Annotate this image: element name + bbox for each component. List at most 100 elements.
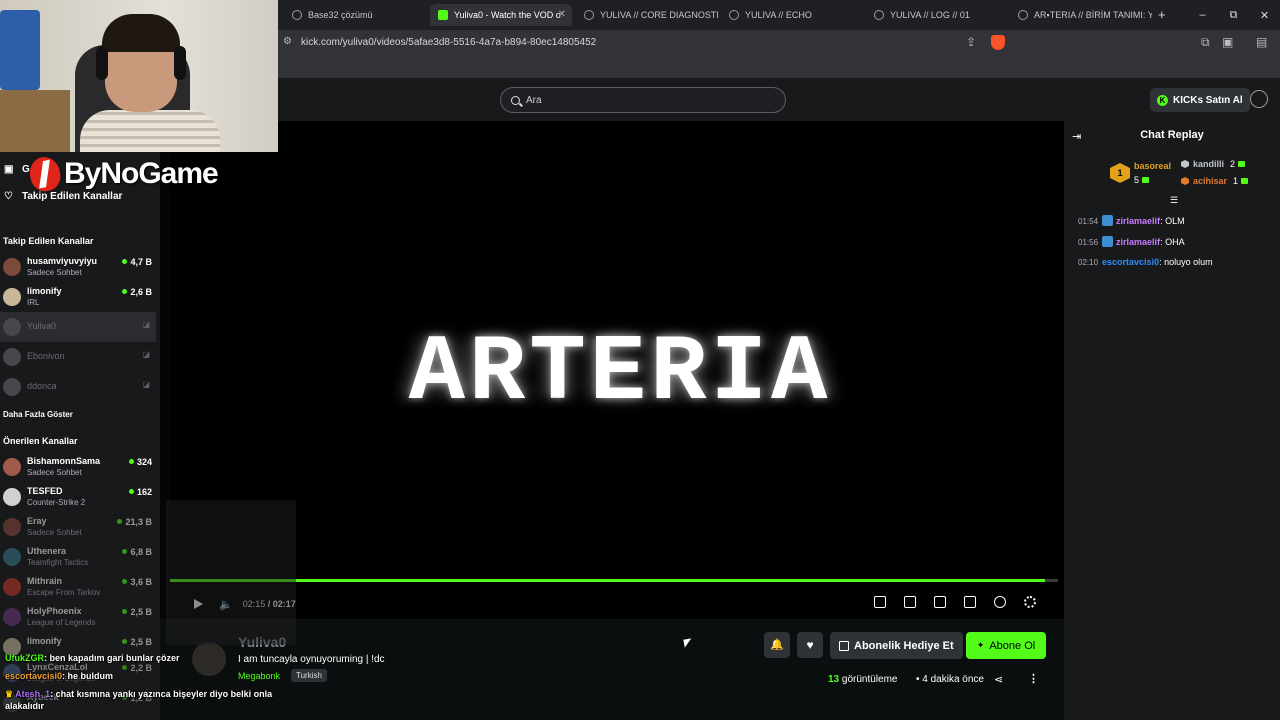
recommended-channel-item[interactable]: BishamonnSama Sadece Sohbet 324 <box>0 452 156 482</box>
subscriber-badge-icon <box>1102 215 1114 226</box>
sidebar-nav-browse[interactable]: ▣ G <box>4 164 30 175</box>
followed-channel-item[interactable]: Yuliva0 ◪ <box>0 312 156 342</box>
tab-title: YULIVA // ECHO <box>745 10 812 20</box>
kick-favicon-icon <box>438 10 448 20</box>
channel-category: Sadece Sohbet <box>27 468 82 477</box>
fullscreen-icon[interactable] <box>964 596 976 608</box>
wallet-icon[interactable]: ▤ <box>1256 35 1267 49</box>
recommended-channels-title: Önerilen Kanallar <box>3 436 78 446</box>
video-title-card: ARTERIA <box>408 321 832 427</box>
playback-speed-icon[interactable] <box>994 596 1006 608</box>
brave-shield-icon[interactable] <box>991 35 1005 50</box>
show-more-link[interactable]: Daha Fazla Göster <box>3 410 73 419</box>
extensions-icon[interactable]: ⧉ <box>1201 35 1210 50</box>
kick-logo-icon: K <box>1157 94 1168 106</box>
gifter-row[interactable]: kandilli 2 <box>1181 159 1246 169</box>
bynogame-logo: ByNoGame <box>26 154 219 194</box>
followed-channel-item[interactable]: husamviyuvyiyu Sadece Sohbet 4,7 B <box>0 252 156 282</box>
search-icon <box>511 95 520 105</box>
minimize-button[interactable]: – <box>1187 9 1218 21</box>
stream-overlay-chat: UfukZGR: ben kapadım gari bunlar çözer e… <box>0 500 296 720</box>
offline-icon: ◪ <box>142 320 150 329</box>
message-username[interactable]: zirlamaelif <box>1116 237 1160 247</box>
top-gifter-name[interactable]: basoreal <box>1134 161 1171 171</box>
gift-icon <box>1238 161 1246 167</box>
channel-name: ddonca <box>27 381 57 391</box>
message-username[interactable]: escortavcisi0 <box>1102 257 1159 267</box>
subscribe-button[interactable]: ✦ Abone Ol <box>966 632 1046 659</box>
search-input[interactable] <box>526 94 766 106</box>
sidebar-toggle-icon[interactable]: ▣ <box>1222 35 1233 49</box>
overlay-username: Atesh_1 <box>15 689 51 699</box>
view-count: 13 görüntüleme <box>828 674 898 685</box>
offline-icon: ◪ <box>142 380 150 389</box>
tab-echo[interactable]: YULIVA // ECHO <box>721 4 863 26</box>
webcam-hair <box>102 14 180 52</box>
settings-gear-icon[interactable] <box>1024 596 1036 608</box>
headset-right <box>174 46 186 80</box>
follow-heart-button[interactable]: ♥ <box>797 632 823 658</box>
new-tab-button[interactable]: + <box>1158 7 1166 22</box>
progress-fill <box>170 579 1045 582</box>
headset-left <box>96 46 108 80</box>
top-gifter-count: 5 <box>1134 175 1150 185</box>
channel-avatar <box>3 288 21 306</box>
followed-channel-item[interactable]: ddonca ◪ <box>0 372 156 402</box>
pip-icon[interactable] <box>874 596 886 608</box>
gift-icon <box>1142 177 1150 183</box>
chat-message: 01:54 zirlamaelif: OLM <box>1078 215 1185 226</box>
message-username[interactable]: zirlamaelif <box>1116 216 1160 226</box>
channel-name: BishamonnSama <box>27 456 101 466</box>
progress-bar[interactable] <box>170 579 1058 582</box>
message-time: 01:54 <box>1078 217 1099 226</box>
url-field[interactable]: kick.com/yuliva0/videos/5afae3d8-5516-4a… <box>301 37 596 48</box>
site-settings-icon[interactable]: ⚙ <box>283 36 292 47</box>
close-window-button[interactable]: ✕ <box>1249 9 1280 22</box>
overlay-message: : he buldum <box>62 671 114 681</box>
tab-kick-vod[interactable]: Yuliva0 - Watch the VOD o ✕ <box>430 4 572 26</box>
offline-icon: ◪ <box>142 350 150 359</box>
tab-core-diagnostic[interactable]: YULIVA // CORE DIAGNOSTIC <box>576 4 718 26</box>
followed-channel-item[interactable]: Ebonivon ◪ <box>0 342 156 372</box>
channel-avatar <box>3 378 21 396</box>
upload-time: • 4 dakika önce <box>916 674 984 685</box>
channel-name: Yuliva0 <box>27 321 57 331</box>
webcam-shelf <box>0 10 40 90</box>
notification-bell-button[interactable]: 🔔 <box>764 632 790 658</box>
tab-arteria[interactable]: AR▪TERIA // BİRİM TANIMI: YU <box>1010 4 1152 26</box>
live-dot-icon <box>128 489 134 494</box>
clip-icon[interactable] <box>904 596 916 608</box>
message-text: : noluyo olum <box>1159 257 1213 267</box>
gift-subscription-button[interactable]: Abonelik Hediye Et <box>830 632 963 659</box>
collapse-chat-icon[interactable]: ⇥ <box>1072 130 1081 143</box>
buy-kicks-button[interactable]: K KICKs Satın Al <box>1150 88 1250 112</box>
followed-channel-item[interactable]: limonify IRL 2,6 B <box>0 282 156 312</box>
gift-count: 5 <box>1134 175 1140 185</box>
tab-title: YULIVA // LOG // 01 <box>890 10 970 20</box>
gift-icon <box>1241 178 1249 184</box>
message-text: : OLM <box>1160 216 1185 226</box>
expand-leaderboard-icon[interactable]: ☰ <box>1170 195 1178 206</box>
webcam-shirt <box>80 110 220 152</box>
share-page-icon[interactable]: ⇪ <box>966 35 976 49</box>
more-options-icon[interactable]: ⋮ <box>1028 672 1039 685</box>
maximize-button[interactable]: ⧉ <box>1218 9 1249 22</box>
bronze-badge-icon <box>1181 177 1189 185</box>
view-count-label: görüntüleme <box>839 674 898 685</box>
share-icon[interactable]: ⋖ <box>994 673 1003 686</box>
close-tab-icon[interactable]: ✕ <box>558 9 566 20</box>
mouse-cursor-icon <box>683 638 693 648</box>
crown-badge-icon: ♛ <box>5 689 14 699</box>
gift-count: 1 <box>1233 176 1239 186</box>
language-tag[interactable]: Turkish <box>291 669 327 682</box>
chat-message: 02:10 escortavcisi0: noluyo olum <box>1078 257 1213 267</box>
user-avatar[interactable] <box>1250 90 1268 108</box>
live-dot-icon <box>122 289 128 294</box>
gifter-row[interactable]: acihisar 1 <box>1181 176 1249 186</box>
theater-mode-icon[interactable] <box>934 596 946 608</box>
tab-base32[interactable]: Base32 çözümü <box>284 4 426 26</box>
chat-message: 01:56 zirlamaelif: OHA <box>1078 236 1185 247</box>
tab-log[interactable]: YULIVA // LOG // 01 <box>866 4 1008 26</box>
channel-avatar <box>3 348 21 366</box>
search-box[interactable] <box>500 87 786 113</box>
